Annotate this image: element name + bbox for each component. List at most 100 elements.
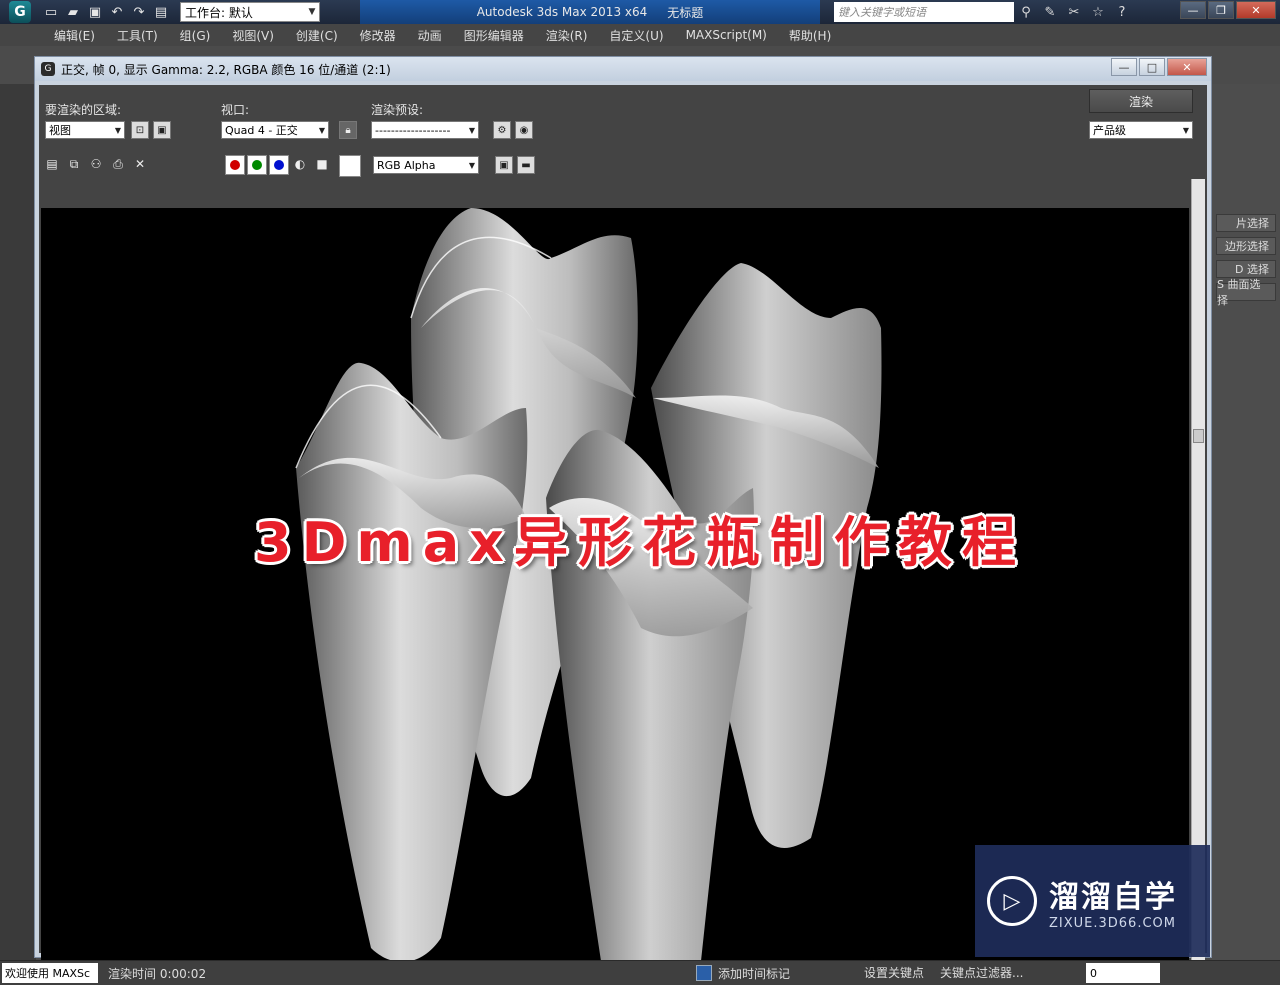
- red-channel-toggle[interactable]: [225, 155, 245, 175]
- redo-icon[interactable]: ↷: [128, 2, 150, 22]
- undo-icon[interactable]: ↶: [106, 2, 128, 22]
- viewport-left-strip: [0, 84, 36, 964]
- menu-rendering[interactable]: 渲染(R): [546, 27, 588, 44]
- green-channel-toggle[interactable]: [247, 155, 267, 175]
- window-controls: — ❐ ✕: [1180, 1, 1276, 19]
- viewport-value: Quad 4 - 正交: [225, 124, 298, 137]
- set-key-button[interactable]: 设置关键点: [864, 964, 924, 981]
- app-small-icon: G: [41, 62, 55, 76]
- clone-frame-icon[interactable]: ⚇: [87, 155, 105, 173]
- current-frame-field[interactable]: 0: [1086, 963, 1160, 983]
- selection-item[interactable]: 边形选择: [1216, 237, 1276, 255]
- menu-maxscript[interactable]: MAXScript(M): [686, 28, 767, 42]
- menu-bar: 编辑(E) 工具(T) 组(G) 视图(V) 创建(C) 修改器 动画 图形编辑…: [0, 24, 1280, 46]
- maxscript-listener[interactable]: 欢迎使用 MAXSc: [2, 963, 98, 983]
- close-button[interactable]: ✕: [1167, 58, 1207, 76]
- search-input[interactable]: 键入关键字或短语: [834, 2, 1014, 22]
- app-logo-icon[interactable]: G: [0, 0, 40, 24]
- vertical-scrollbar[interactable]: [1191, 179, 1205, 961]
- viewport-label: 视口:: [221, 103, 250, 117]
- app-title: Autodesk 3ds Max 2013 x64 无标题: [360, 0, 820, 24]
- add-time-tag[interactable]: 添加时间标记: [696, 963, 816, 983]
- workspace-value: 工作台: 默认: [185, 5, 253, 20]
- menu-animation[interactable]: 动画: [418, 27, 442, 44]
- render-window-titlebar: G 正交, 帧 0, 显示 Gamma: 2.2, RGBA 颜色 16 位/通…: [35, 57, 1211, 81]
- quality-dropdown[interactable]: 产品级 ▼: [1089, 121, 1193, 139]
- channel-value: RGB Alpha: [377, 158, 436, 172]
- channel-dropdown[interactable]: RGB Alpha ▼: [373, 156, 479, 174]
- blue-channel-toggle[interactable]: [269, 155, 289, 175]
- app-name: Autodesk 3ds Max 2013 x64: [476, 5, 648, 19]
- render-window-title: 正交, 帧 0, 显示 Gamma: 2.2, RGBA 颜色 16 位/通道 …: [61, 62, 391, 77]
- viewport-dropdown[interactable]: Quad 4 - 正交 ▼: [221, 121, 329, 139]
- selection-item[interactable]: S 曲面选择: [1216, 278, 1276, 307]
- selection-item[interactable]: 片选择: [1216, 214, 1276, 232]
- close-button[interactable]: ✕: [1236, 1, 1276, 19]
- edit-region-icon[interactable]: ⊡: [131, 121, 149, 139]
- alpha-channel-icon[interactable]: ◐: [291, 155, 309, 173]
- menu-tools[interactable]: 工具(T): [117, 27, 158, 44]
- chevron-down-icon: ▼: [468, 160, 476, 170]
- menu-create[interactable]: 创建(C): [296, 27, 338, 44]
- preset-label: 渲染预设:: [371, 103, 424, 117]
- chevron-down-icon: ▼: [318, 125, 326, 135]
- star-icon[interactable]: ☆: [1088, 2, 1108, 22]
- restore-button[interactable]: ❐: [1208, 1, 1234, 19]
- auto-region-icon[interactable]: ▣: [153, 121, 171, 139]
- save-file-icon[interactable]: ▣: [84, 2, 106, 22]
- key-icon[interactable]: ✎: [1040, 2, 1060, 22]
- chevron-down-icon: ▼: [114, 125, 122, 135]
- tutorial-title-overlay: 3Dmax异形花瓶制作教程: [254, 510, 1026, 574]
- tools-icon[interactable]: ✂: [1064, 2, 1084, 22]
- red-dot-icon: [230, 160, 240, 170]
- new-file-icon[interactable]: ▭: [40, 2, 62, 22]
- menu-group[interactable]: 组(G): [180, 27, 211, 44]
- preset-dropdown[interactable]: ------------------- ▼: [371, 121, 479, 139]
- menu-graph-editors[interactable]: 图形编辑器: [464, 27, 524, 44]
- minimize-button[interactable]: —: [1180, 1, 1206, 19]
- menu-customize[interactable]: 自定义(U): [609, 27, 663, 44]
- print-icon[interactable]: ⎙: [109, 155, 127, 173]
- play-logo-icon: ▷: [987, 876, 1037, 926]
- infocenter-toolbar: ⚲ ✎ ✂ ☆ ?: [1016, 2, 1132, 22]
- environment-icon[interactable]: ◉: [515, 121, 533, 139]
- watermark-text: 溜溜自学 ZIXUE.3D66.COM: [1049, 872, 1177, 931]
- save-image-icon[interactable]: ▤: [43, 155, 61, 173]
- render-button[interactable]: 渲染: [1089, 89, 1193, 113]
- key-filters-button[interactable]: 关键点过滤器...: [940, 964, 1023, 981]
- color-swatch[interactable]: [339, 155, 361, 177]
- scroll-thumb[interactable]: [1193, 429, 1204, 443]
- document-name: 无标题: [667, 5, 704, 20]
- clear-icon[interactable]: ✕: [131, 155, 149, 173]
- open-file-icon[interactable]: ▰: [62, 2, 84, 22]
- chevron-down-icon: ▼: [1182, 125, 1190, 135]
- area-label: 要渲染的区域:: [45, 103, 122, 117]
- toggle-ui-overlay-icon[interactable]: ▣: [495, 156, 513, 174]
- command-panel: 片选择 边形选择 D 选择 S 曲面选择: [1212, 84, 1280, 964]
- binoculars-icon[interactable]: ⚲: [1016, 2, 1036, 22]
- blue-dot-icon: [274, 160, 284, 170]
- lock-icon[interactable]: 🔒︎: [339, 121, 357, 139]
- area-value: 视图: [49, 124, 71, 137]
- menu-modifiers[interactable]: 修改器: [360, 27, 396, 44]
- chevron-down-icon: ▼: [308, 7, 316, 17]
- copy-image-icon[interactable]: ⧉: [65, 155, 83, 173]
- minimize-button[interactable]: —: [1111, 58, 1137, 76]
- workspace-dropdown[interactable]: 工作台: 默认 ▼: [180, 2, 320, 22]
- menu-view[interactable]: 视图(V): [232, 27, 274, 44]
- preset-value: -------------------: [375, 123, 451, 137]
- time-tag-icon: [696, 965, 712, 981]
- chevron-down-icon: ▼: [468, 125, 476, 135]
- project-folder-icon[interactable]: ▤: [150, 2, 172, 22]
- area-dropdown[interactable]: 视图 ▼: [45, 121, 125, 139]
- menu-help[interactable]: 帮助(H): [789, 27, 831, 44]
- render-setup-icon[interactable]: ⚙: [493, 121, 511, 139]
- toggle-ui-icon[interactable]: ▬: [517, 156, 535, 174]
- help-icon[interactable]: ?: [1112, 2, 1132, 22]
- green-dot-icon: [252, 160, 262, 170]
- monochrome-icon[interactable]: ■: [313, 155, 331, 173]
- watermark-badge: ▷ 溜溜自学 ZIXUE.3D66.COM: [975, 845, 1210, 957]
- menu-edit[interactable]: 编辑(E): [54, 27, 95, 44]
- app-root: G ▭ ▰ ▣ ↶ ↷ ▤ 工作台: 默认 ▼ Autodesk 3ds Max…: [0, 0, 1280, 985]
- maximize-button[interactable]: □: [1139, 58, 1165, 76]
